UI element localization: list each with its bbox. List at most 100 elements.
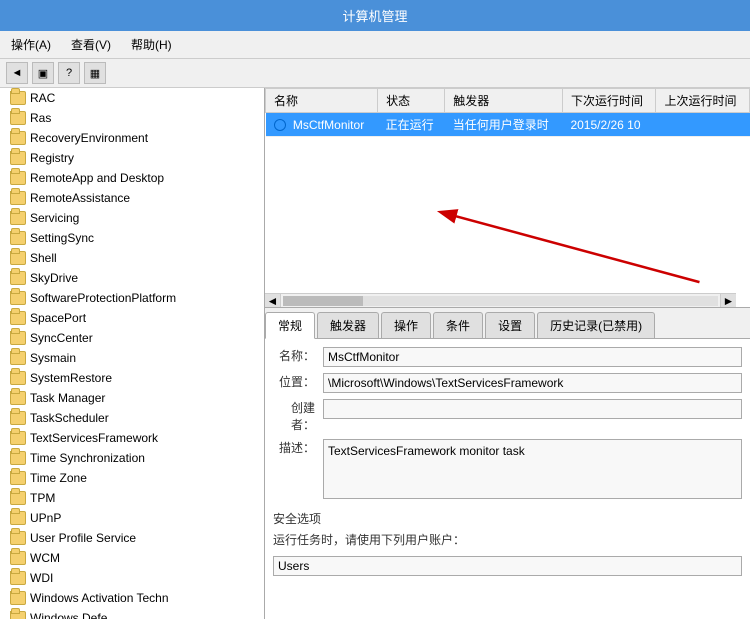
folder-icon (10, 91, 26, 105)
tree-item-rac[interactable]: RAC (0, 88, 264, 108)
tab-conditions[interactable]: 条件 (433, 312, 483, 338)
folder-icon (10, 531, 26, 545)
folder-icon (10, 271, 26, 285)
scroll-thumb[interactable] (283, 296, 363, 306)
tree-item-spaceport[interactable]: SpacePort (0, 308, 264, 328)
toolbar-btn-3[interactable]: ? (58, 62, 80, 84)
folder-icon (10, 411, 26, 425)
desc-value-container: TextServicesFramework monitor task (323, 439, 742, 502)
tree-item-winact[interactable]: Windows Activation Techn (0, 588, 264, 608)
col-header-name[interactable]: 名称 (266, 89, 378, 113)
toolbar-btn-2[interactable]: ▣ (32, 62, 54, 84)
folder-icon (10, 611, 26, 619)
tree-item-sysmain[interactable]: Sysmain (0, 348, 264, 368)
h-scrollbar[interactable]: ◄ ► (265, 293, 736, 307)
folder-icon (10, 131, 26, 145)
window-title: 计算机管理 (342, 9, 407, 24)
tab-actions[interactable]: 操作 (381, 312, 431, 338)
tab-settings[interactable]: 设置 (485, 312, 535, 338)
status-dot (274, 119, 286, 131)
tree-item-textservices[interactable]: TextServicesFramework (0, 428, 264, 448)
creator-label: 创建者： (273, 399, 323, 433)
folder-icon (10, 591, 26, 605)
tree-item-timesync[interactable]: Time Synchronization (0, 448, 264, 468)
tree-item-wdi[interactable]: WDI (0, 568, 264, 588)
col-header-status[interactable]: 状态 (378, 89, 445, 113)
tree-item-shell[interactable]: Shell (0, 248, 264, 268)
creator-input[interactable] (323, 399, 742, 419)
tree-item-skydrive[interactable]: SkyDrive (0, 268, 264, 288)
menu-item-help[interactable]: 帮助(H) (126, 34, 177, 55)
desc-label: 描述： (273, 439, 323, 502)
tree-item-softwareprot[interactable]: SoftwareProtectionPlatform (0, 288, 264, 308)
tree-item-tpm[interactable]: TPM (0, 488, 264, 508)
detail-desc-row: 描述： TextServicesFramework monitor task (273, 439, 742, 502)
tab-triggers[interactable]: 触发器 (317, 312, 379, 338)
detail-name-row: 名称： (273, 347, 742, 367)
tree-item-upnp[interactable]: UPnP (0, 508, 264, 528)
folder-icon (10, 171, 26, 185)
name-input[interactable] (323, 347, 742, 367)
name-label: 名称： (273, 347, 323, 367)
folder-icon (10, 231, 26, 245)
task-name-cell: MsCtfMonitor (266, 113, 378, 137)
right-panel: 名称 状态 触发器 下次运行时间 上次运行时间 MsCtfMonitor 正在运… (265, 88, 750, 619)
name-value-container (323, 347, 742, 367)
detail-location-row: 位置： (273, 373, 742, 393)
tree-item-windef[interactable]: Windows Defe... (0, 608, 264, 619)
detail-creator-row: 创建者： (273, 399, 742, 433)
run-as-label: 运行任务时，请使用下列用户账户： (273, 531, 742, 548)
menu-item-view[interactable]: 查看(V) (66, 34, 116, 55)
tree-item-recovery[interactable]: RecoveryEnvironment (0, 128, 264, 148)
menu-item-action[interactable]: 操作(A) (6, 34, 56, 55)
toolbar-btn-4[interactable]: ▦ (84, 62, 106, 84)
tree-item-taskmanager[interactable]: Task Manager (0, 388, 264, 408)
toolbar: ◄ ▣ ? ▦ (0, 59, 750, 88)
folder-icon (10, 191, 26, 205)
folder-icon (10, 151, 26, 165)
col-header-last-run[interactable]: 上次运行时间 (656, 89, 750, 113)
tree-item-ras[interactable]: Ras (0, 108, 264, 128)
creator-value-container (323, 399, 742, 433)
toolbar-btn-1[interactable]: ◄ (6, 62, 28, 84)
tab-bar: 常规 触发器 操作 条件 设置 历史记录(已禁用) (265, 308, 750, 339)
tree-item-timezone[interactable]: Time Zone (0, 468, 264, 488)
tree-item-registry[interactable]: Registry (0, 148, 264, 168)
folder-icon (10, 431, 26, 445)
tab-history[interactable]: 历史记录(已禁用) (537, 312, 655, 338)
location-value-container (323, 373, 742, 393)
tree-item-servicing[interactable]: Servicing (0, 208, 264, 228)
tree-item-systemrestore[interactable]: SystemRestore (0, 368, 264, 388)
security-section: 安全选项 运行任务时，请使用下列用户账户： (273, 510, 742, 576)
folder-icon (10, 331, 26, 345)
tree-item-remoteapp[interactable]: RemoteApp and Desktop (0, 168, 264, 188)
tab-general[interactable]: 常规 (265, 312, 315, 339)
tree-item-settingsync[interactable]: SettingSync (0, 228, 264, 248)
folder-icon (10, 451, 26, 465)
folder-icon (10, 511, 26, 525)
folder-icon (10, 551, 26, 565)
desc-textarea[interactable]: TextServicesFramework monitor task (323, 439, 742, 499)
folder-icon (10, 491, 26, 505)
scroll-left-btn[interactable]: ◄ (265, 294, 281, 308)
detail-panel: 常规 触发器 操作 条件 设置 历史记录(已禁用) 名称： 位置： (265, 308, 750, 619)
folder-icon (10, 371, 26, 385)
location-input[interactable] (323, 373, 742, 393)
menu-bar: 操作(A) 查看(V) 帮助(H) (0, 31, 750, 59)
task-table-area: 名称 状态 触发器 下次运行时间 上次运行时间 MsCtfMonitor 正在运… (265, 88, 750, 308)
run-as-input[interactable] (273, 556, 742, 576)
title-bar: 计算机管理 (0, 0, 750, 31)
tree-item-remoteassist[interactable]: RemoteAssistance (0, 188, 264, 208)
tree-item-userprofile[interactable]: User Profile Service (0, 528, 264, 548)
table-row[interactable]: MsCtfMonitor 正在运行 当任何用户登录时 2015/2/26 10 (266, 113, 750, 137)
location-label: 位置： (273, 373, 323, 393)
tree-item-wcm[interactable]: WCM (0, 548, 264, 568)
detail-content: 名称： 位置： 创建者： (265, 339, 750, 619)
tree-item-taskscheduler[interactable]: TaskScheduler (0, 408, 264, 428)
scroll-right-btn[interactable]: ► (720, 294, 736, 308)
security-label: 安全选项 (273, 510, 742, 527)
col-header-trigger[interactable]: 触发器 (445, 89, 563, 113)
col-header-next-run[interactable]: 下次运行时间 (562, 89, 656, 113)
tree-item-synccenter[interactable]: SyncCenter (0, 328, 264, 348)
folder-icon (10, 571, 26, 585)
